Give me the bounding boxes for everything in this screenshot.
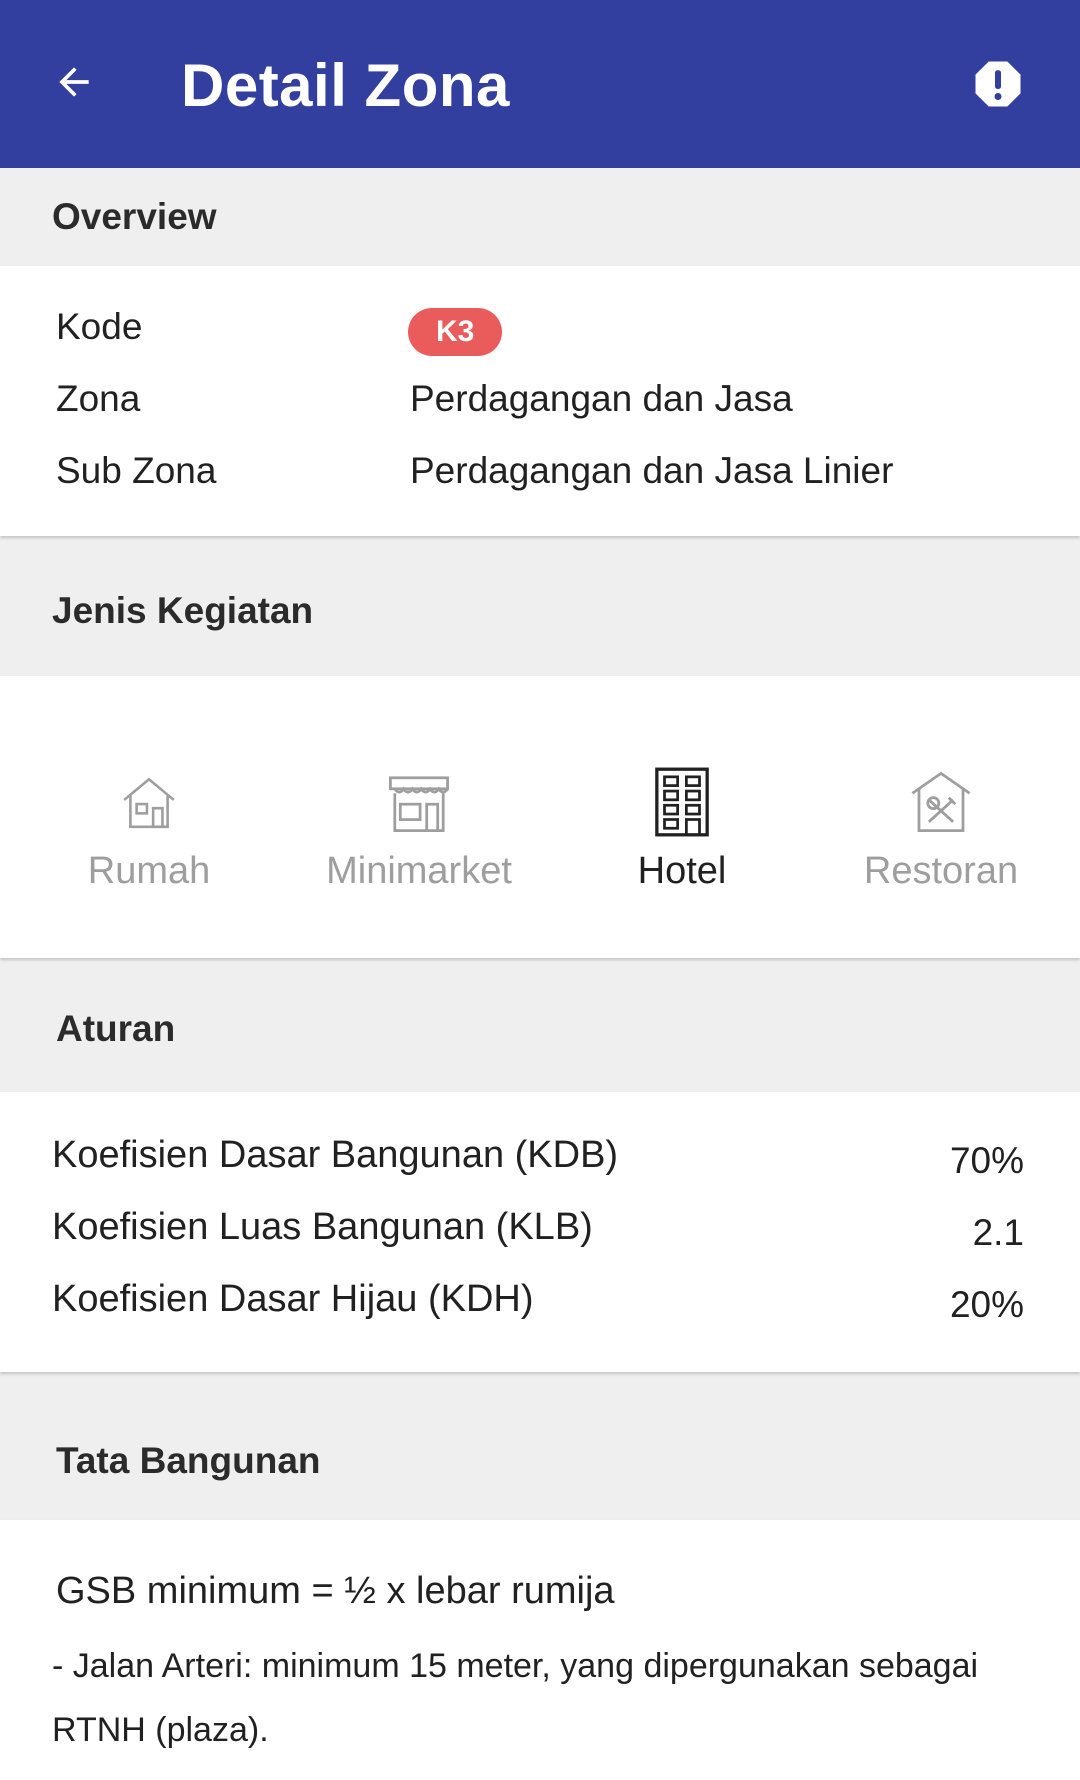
back-button[interactable]	[46, 54, 102, 110]
alert-octagon-icon	[975, 61, 1021, 107]
gsb-rule: GSB minimum = ½ x lebar rumija	[56, 1570, 615, 1612]
kdh-label: Koefisien Dasar Hijau (KDH)	[52, 1278, 534, 1320]
gsb-description: - Jalan Arteri: minimum 15 meter, yang d…	[52, 1647, 979, 1749]
aturan-header: Aturan	[56, 1008, 176, 1049]
jenis-kegiatan-card: Rumah Minimarket Hotel Restoran	[0, 676, 1080, 958]
tata-bangunan-card: GSB minimum = ½ x lebar rumija - Jalan A…	[0, 1520, 1080, 1780]
zona-label: Zona	[56, 378, 141, 419]
house-icon	[123, 777, 175, 829]
overview-header: Overview	[52, 196, 217, 237]
aturan-card: Koefisien Dasar Bangunan (KDB) 70% Koefi…	[0, 1092, 1080, 1372]
kdb-value: 70%	[949, 1140, 1024, 1181]
activity-rumah[interactable]: Rumah	[19, 762, 279, 893]
overview-card: Kode K3 Zona Perdagangan dan Jasa Sub Zo…	[0, 266, 1080, 536]
jenis-kegiatan-header: Jenis Kegiatan	[52, 590, 314, 631]
info-button[interactable]	[966, 52, 1030, 116]
activity-label-hotel: Hotel	[637, 850, 727, 892]
activity-label-restoran: Restoran	[863, 850, 1019, 892]
activity-hotel[interactable]: Hotel	[552, 762, 812, 893]
klb-label: Koefisien Luas Bangunan (KLB)	[52, 1206, 593, 1248]
zona-value: Perdagangan dan Jasa	[410, 378, 793, 419]
activity-restoran[interactable]: Restoran	[811, 762, 1071, 893]
klb-value: 2.1	[972, 1212, 1024, 1253]
app-bar: Detail Zona	[0, 0, 1080, 168]
sub-zona-value: Perdagangan dan Jasa Linier	[410, 450, 894, 491]
kode-label: Kode	[56, 306, 143, 347]
kdb-label: Koefisien Dasar Bangunan (KDB)	[52, 1134, 619, 1176]
tata-bangunan-header: Tata Bangunan	[56, 1440, 321, 1481]
activity-minimarket[interactable]: Minimarket	[289, 762, 549, 893]
store-icon	[389, 776, 449, 832]
activity-label-minimarket: Minimarket	[326, 850, 512, 892]
restaurant-icon	[911, 771, 971, 832]
sub-zona-label: Sub Zona	[56, 450, 217, 491]
arrow-left-icon	[59, 67, 89, 97]
building-icon	[655, 767, 709, 837]
page-title: Detail Zona	[181, 52, 510, 119]
activity-label-rumah: Rumah	[87, 850, 211, 892]
zone-code-badge: K3	[408, 308, 503, 356]
kdh-value: 20%	[949, 1284, 1024, 1325]
